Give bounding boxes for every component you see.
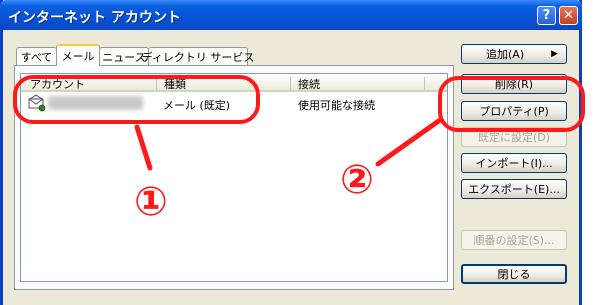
annotation-line-2 — [375, 117, 443, 167]
annotation-number-2: ② — [340, 157, 374, 203]
tab-mail-label: メール — [61, 50, 95, 63]
annotation-number-1: ① — [134, 179, 168, 225]
annotation-line-1 — [134, 124, 153, 171]
tab-mail[interactable]: メール — [56, 44, 100, 66]
